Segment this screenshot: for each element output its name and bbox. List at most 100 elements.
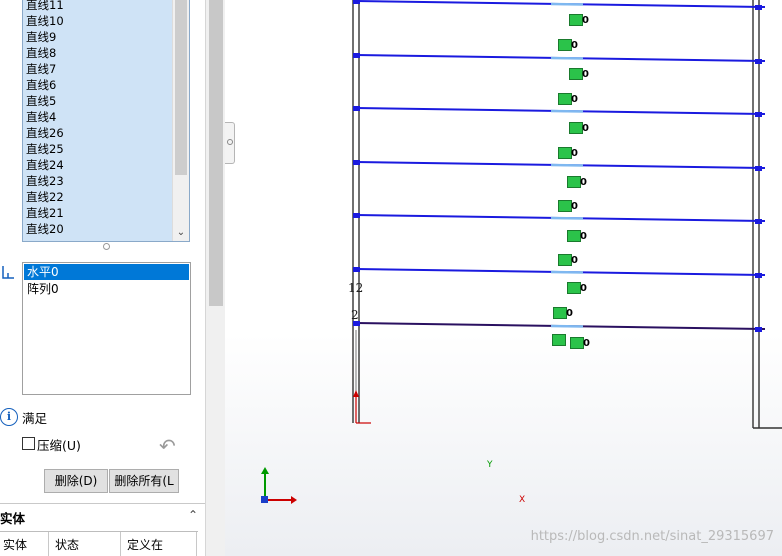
status-text: 满足	[22, 411, 48, 426]
endpoint-marker	[755, 59, 762, 64]
line-list-item[interactable]: 直线20	[23, 221, 189, 237]
endpoint-marker	[353, 160, 360, 165]
relation-list-item[interactable]: 水平0	[24, 264, 189, 280]
constraint-value: 0	[571, 40, 578, 51]
line-list-item[interactable]: 直线4	[23, 109, 189, 125]
constraint-value: 0	[582, 69, 589, 80]
constraint-icon[interactable]	[558, 254, 572, 266]
endpoint-marker	[755, 112, 762, 117]
constraint-icon[interactable]	[569, 14, 583, 26]
constraint-icon[interactable]	[553, 307, 567, 319]
chevron-down-icon[interactable]: ⌄	[175, 227, 187, 239]
midpoint-segment	[550, 163, 584, 167]
chevron-up-icon[interactable]: ⌃	[188, 508, 198, 522]
undo-icon[interactable]: ↶	[159, 436, 181, 456]
line-list-item[interactable]: 直线26	[23, 125, 189, 141]
constraint-value: 0	[582, 123, 589, 134]
watermark: https://blog.csdn.net/sinat_29315697	[530, 529, 774, 544]
line-list-item[interactable]: 直线7	[23, 61, 189, 77]
line-items: 直线11 直线10 直线9 直线8 直线7 直线6 直线5 直线4 直线26 直线25 直线24 直线…	[23, 0, 189, 237]
constraint-icon[interactable]	[569, 68, 583, 80]
endpoint-marker	[353, 267, 360, 272]
constraint-value: 0	[571, 94, 578, 105]
constraint-value: 0	[583, 338, 590, 349]
line-list-item[interactable]: 直线10	[23, 13, 189, 29]
constraint-icon[interactable]	[567, 176, 581, 188]
constraint-value: 0	[580, 231, 587, 242]
constraint-icon[interactable]	[558, 200, 572, 212]
compress-checkbox[interactable]	[22, 437, 35, 450]
info-icon: i	[0, 408, 18, 426]
endpoint-marker	[755, 273, 762, 278]
delete-button[interactable]: 删除(D)	[44, 469, 108, 493]
midpoint-segment	[550, 216, 584, 220]
endpoint-marker	[755, 327, 762, 332]
panel-collapse-tab[interactable]	[225, 122, 235, 164]
line-list-item[interactable]: 直线6	[23, 77, 189, 93]
section-divider	[0, 503, 205, 504]
delete-all-button[interactable]: 删除所有(L	[109, 469, 179, 493]
line-list-item[interactable]: 直线11	[23, 0, 189, 13]
column-header-entity[interactable]: 实体	[3, 536, 27, 553]
constraint-icon[interactable]	[558, 147, 572, 159]
line-list-item[interactable]: 直线25	[23, 141, 189, 157]
endpoint-marker	[755, 166, 762, 171]
midpoint-segment	[550, 109, 584, 113]
column-header-defined-in[interactable]: 定义在	[127, 536, 163, 553]
constraint-icon[interactable]	[570, 337, 584, 349]
constraint-value: 0	[571, 255, 578, 266]
existing-relations-list[interactable]: 水平0 阵列0	[22, 262, 191, 395]
column-divider[interactable]	[120, 532, 121, 556]
constraint-icon[interactable]	[567, 230, 581, 242]
column-divider[interactable]	[196, 532, 197, 556]
panel-scrollbar[interactable]	[205, 0, 226, 556]
constraint-icon[interactable]	[567, 282, 581, 294]
entities-section-title: 实体	[0, 511, 26, 526]
list-scroll-thumb[interactable]	[175, 0, 187, 175]
horizontal-constraint-icon[interactable]	[552, 334, 566, 346]
midpoint-segment	[550, 56, 584, 60]
midpoint-segment	[550, 324, 584, 328]
column-divider[interactable]	[48, 532, 49, 556]
line-list-item[interactable]: 直线8	[23, 45, 189, 61]
constraint-icon[interactable]	[558, 39, 572, 51]
constraint-icon[interactable]	[558, 93, 572, 105]
axis-y-label: Y	[487, 460, 493, 470]
endpoint-marker	[755, 5, 762, 10]
constraint-value: 0	[566, 308, 573, 319]
list-scrollbar[interactable]: ⌄	[172, 0, 189, 241]
endpoint-marker	[353, 0, 360, 4]
sketch-canvas[interactable]	[225, 0, 782, 556]
constraint-value: 0	[580, 177, 587, 188]
constraint-value: 0	[571, 201, 578, 212]
line-list-item[interactable]: 直线9	[23, 29, 189, 45]
constraint-value: 0	[580, 283, 587, 294]
midpoint-segment	[550, 270, 584, 274]
line-list-item[interactable]: 直线22	[23, 189, 189, 205]
constraint-value: 0	[582, 15, 589, 26]
column-header-status[interactable]: 状态	[55, 536, 79, 553]
property-manager-panel: 直线11 直线10 直线9 直线8 直线7 直线6 直线5 直线4 直线26 直线25 直线24 直线…	[0, 0, 205, 556]
selected-entities-list[interactable]: 直线11 直线10 直线9 直线8 直线7 直线6 直线5 直线4 直线26 直线25 直线24 直线…	[22, 0, 190, 242]
constraint-icon[interactable]	[569, 122, 583, 134]
relations-icon	[2, 266, 14, 279]
line-list-item[interactable]: 直线21	[23, 205, 189, 221]
endpoint-marker	[353, 106, 360, 111]
list-resize-handle[interactable]	[103, 243, 110, 250]
line-list-item[interactable]: 直线23	[23, 173, 189, 189]
compress-checkbox-label[interactable]: 压缩(U)	[37, 435, 81, 454]
endpoint-marker	[353, 213, 360, 218]
midpoint-segment	[550, 2, 584, 6]
panel-scroll-thumb[interactable]	[209, 0, 223, 306]
entities-table-header: 实体 状态 定义在	[0, 531, 198, 556]
line-list-item[interactable]: 直线24	[23, 157, 189, 173]
relation-list-item[interactable]: 阵列0	[24, 281, 189, 297]
axis-x-label: X	[519, 495, 526, 505]
dimension-label[interactable]: 12	[348, 281, 363, 295]
endpoint-marker	[755, 219, 762, 224]
constraint-value: 0	[571, 148, 578, 159]
relation-items: 水平0 阵列0	[23, 264, 190, 297]
dimension-label[interactable]: 2	[351, 308, 359, 322]
graphics-viewport[interactable]: 12 2 0 0 0 0 0 0 0 0 0 0 0 0 0 X Y https://blog.csdn…	[225, 0, 782, 556]
line-list-item[interactable]: 直线5	[23, 93, 189, 109]
